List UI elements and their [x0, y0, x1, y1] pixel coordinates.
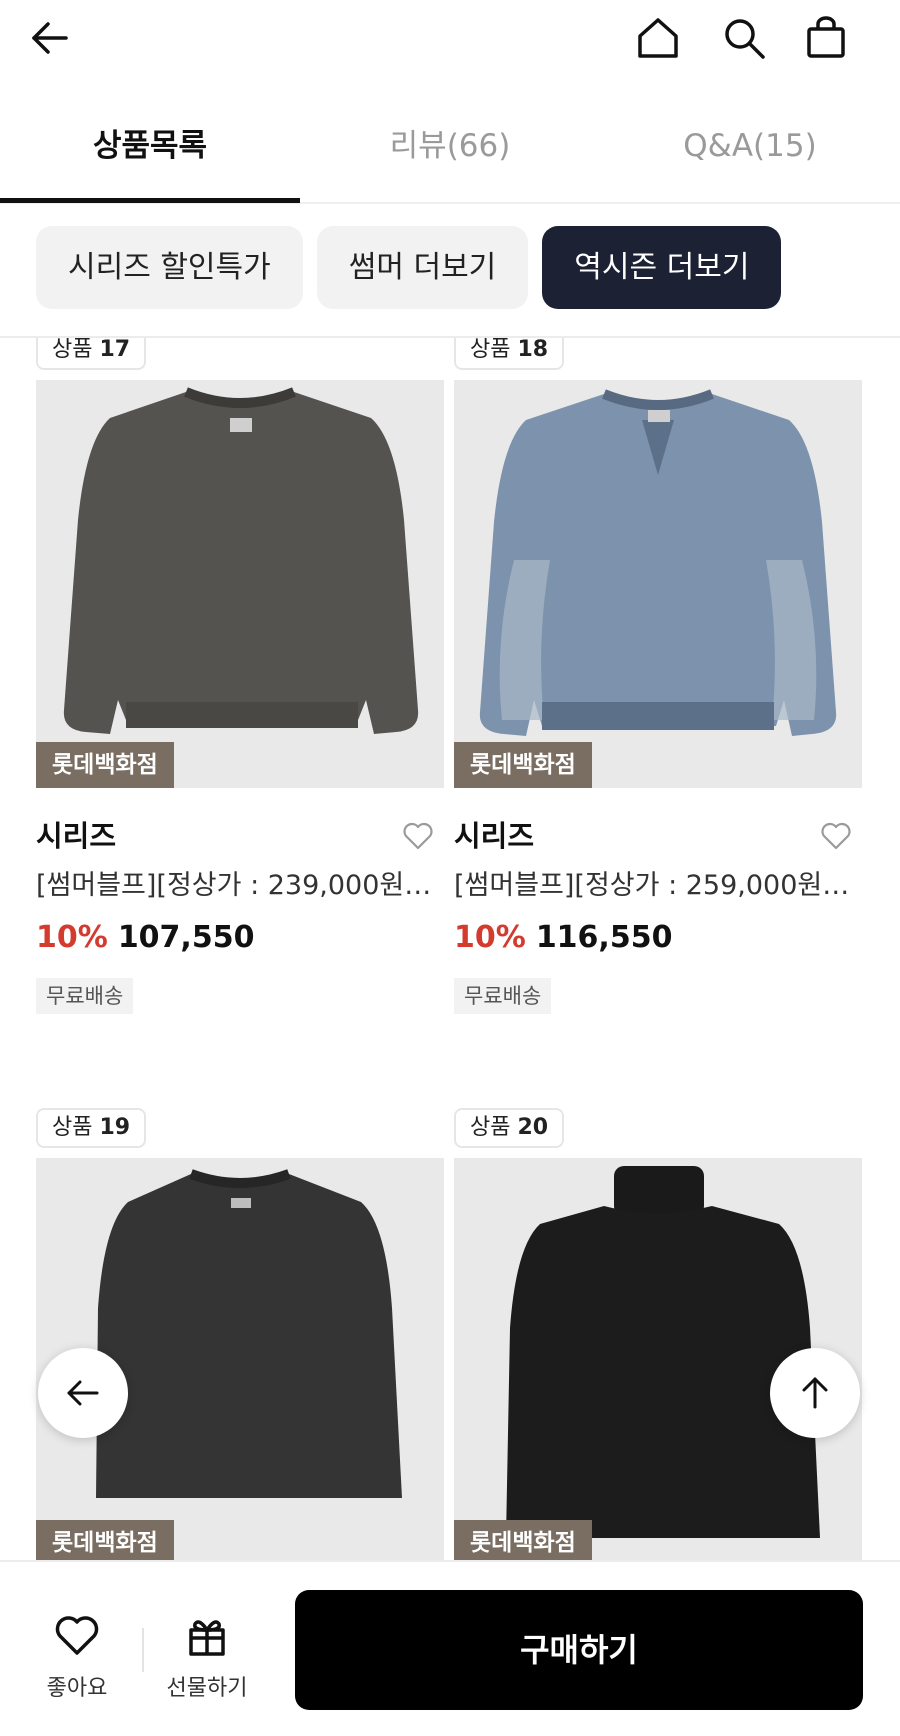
- store-badge: 롯데백화점: [454, 1520, 592, 1560]
- tab-qna[interactable]: Q&A(15): [600, 96, 900, 202]
- sale-price: 116,550: [535, 920, 673, 955]
- tab-product-list[interactable]: 상품목록: [0, 96, 300, 202]
- product-image[interactable]: 롯데백화점: [36, 380, 444, 788]
- active-tab-indicator: [0, 198, 300, 203]
- chip-series-discount[interactable]: 시리즈 할인특가: [36, 226, 303, 309]
- store-badge: 롯데백화점: [36, 742, 174, 788]
- like-button[interactable]: 좋아요: [22, 1612, 132, 1702]
- blue-washed-sweatshirt-image: [479, 389, 837, 736]
- gift-label: 선물하기: [166, 1676, 248, 1701]
- free-shipping-tag: 무료배송: [36, 978, 134, 1014]
- search-icon[interactable]: [714, 8, 774, 68]
- product-card-17[interactable]: 상품 17 롯데백화점 시리즈 [썸머블프][정상가 : 239,000원] 피…: [36, 338, 444, 1014]
- heart-icon: [55, 1616, 99, 1655]
- store-badge: 롯데백화점: [454, 742, 592, 788]
- divider: [142, 1628, 144, 1672]
- like-label: 좋아요: [46, 1676, 108, 1701]
- product-brand: 시리즈: [454, 819, 535, 853]
- chip-off-season-more[interactable]: 역시즌 더보기: [542, 226, 782, 309]
- product-name[interactable]: [썸머블프][정상가 : 239,000원] 피그먼트 워싱 맨투맨: [36, 866, 436, 906]
- product-number-badge: 상품 17: [36, 338, 147, 370]
- shopping-bag-icon[interactable]: [796, 8, 856, 68]
- product-number-badge: 상품 19: [36, 1108, 147, 1148]
- arrow-up-icon: [802, 1377, 828, 1409]
- heart-outline-icon[interactable]: [402, 820, 434, 852]
- product-card-18[interactable]: 상품 18 롯데백화점 시리즈 [썸머블프][정상가 : 259,000원] 블…: [454, 338, 862, 1014]
- product-brand: 시리즈: [36, 819, 117, 853]
- scroll-left-button[interactable]: [38, 1348, 128, 1438]
- discount-rate: 10%: [454, 920, 526, 955]
- product-number-badge: 상품 20: [454, 1108, 565, 1148]
- chip-summer-more[interactable]: 썸머 더보기: [316, 226, 529, 309]
- product-grid: 상품 17 롯데백화점 시리즈 [썸머블프][정상가 : 239,000원] 피…: [0, 338, 900, 1560]
- arrow-left-icon: [67, 1380, 99, 1406]
- detail-tabs: 상품목록 리뷰(66) Q&A(15): [0, 96, 900, 204]
- bottom-action-bar: 좋아요 선물하기 구매하기: [0, 1560, 900, 1736]
- heart-outline-icon[interactable]: [820, 820, 852, 852]
- back-arrow-icon[interactable]: [20, 8, 80, 68]
- free-shipping-tag: 무료배송: [454, 978, 552, 1014]
- scroll-top-button[interactable]: [770, 1348, 860, 1438]
- product-image[interactable]: 롯데백화점: [454, 380, 862, 788]
- filter-chips: 시리즈 할인특가 썸머 더보기 역시즌 더보기: [36, 226, 782, 309]
- price-row: 10% 116,550: [454, 918, 862, 958]
- home-icon[interactable]: [628, 8, 688, 68]
- price-row: 10% 107,550: [36, 918, 444, 958]
- gift-icon: [189, 1620, 225, 1656]
- buy-button[interactable]: 구매하기: [295, 1590, 863, 1710]
- discount-rate: 10%: [36, 920, 108, 955]
- product-number-badge: 상품 18: [454, 338, 565, 370]
- product-name[interactable]: [썸머블프][정상가 : 259,000원] 블루 워싱 스웨트셔츠: [454, 866, 854, 906]
- gift-button[interactable]: 선물하기: [152, 1612, 262, 1702]
- top-header: [0, 0, 900, 90]
- charcoal-washed-sweatshirt-image: [63, 387, 419, 734]
- tab-reviews[interactable]: 리뷰(66): [300, 96, 600, 202]
- store-badge: 롯데백화점: [36, 1520, 174, 1560]
- sale-price: 107,550: [117, 920, 255, 955]
